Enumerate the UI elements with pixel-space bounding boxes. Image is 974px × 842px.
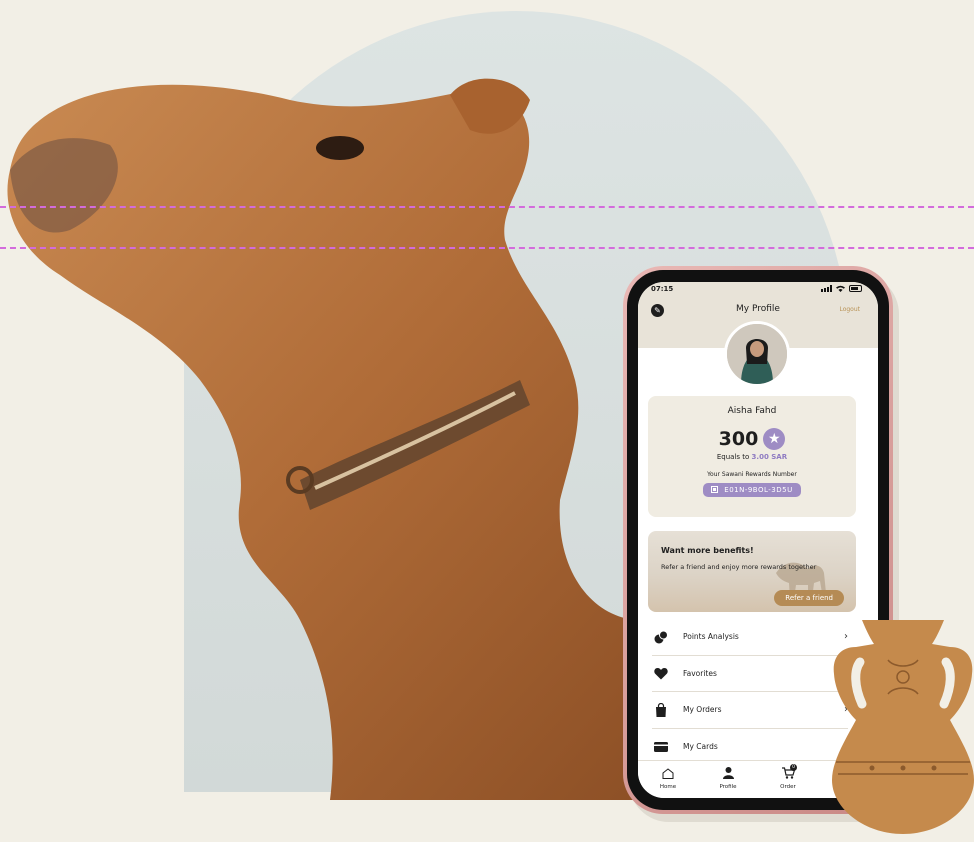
equals-prefix: Equals to <box>716 453 750 461</box>
shopping-bag-icon <box>652 701 670 719</box>
menu-item-label: My Orders <box>683 705 722 715</box>
points-card: Aisha Fahd 300 ★ Equals to 3.00 SAR Your… <box>648 396 856 517</box>
menu-item-points-analysis[interactable]: Points Analysis › <box>652 619 848 656</box>
nav-label: Home <box>659 784 677 790</box>
status-icons <box>821 285 862 292</box>
cart-icon: 0 <box>758 764 818 780</box>
status-time: 07:15 <box>651 285 674 293</box>
camel-illustration <box>7 78 640 800</box>
avatar[interactable] <box>724 321 790 387</box>
points-value: 300 <box>718 428 759 450</box>
star-icon: ★ <box>763 428 786 450</box>
nav-label: Profile <box>719 784 737 790</box>
logout-button[interactable]: Logout <box>839 306 860 313</box>
menu-item-label: My Cards <box>683 742 718 752</box>
menu-item-label: Favorites <box>683 668 717 678</box>
user-icon <box>698 766 758 780</box>
user-name: Aisha Fahd <box>727 406 777 416</box>
points-row: 300 ★ <box>648 428 856 450</box>
battery-icon <box>849 285 862 292</box>
refer-friend-button[interactable]: Refer a friend <box>774 590 844 606</box>
points-equivalent: Equals to 3.00 SAR <box>648 453 856 461</box>
equals-amount: 3.00 SAR <box>751 453 788 461</box>
dashed-guide-line <box>0 206 974 208</box>
menu-item-my-orders[interactable]: My Orders › <box>652 692 848 729</box>
vase-illustration <box>832 620 974 834</box>
menu-item-favorites[interactable]: Favorites › <box>652 656 848 692</box>
nav-item-order[interactable]: 0 Order <box>758 761 818 798</box>
nav-item-profile[interactable]: Profile <box>698 761 758 798</box>
heart-icon <box>652 664 670 682</box>
rewards-number: E01N-9BOL-3D5U <box>724 485 793 494</box>
home-icon <box>638 766 698 780</box>
referral-banner: Want more benefits! Refer a friend and e… <box>648 531 856 612</box>
credit-card-icon <box>652 738 670 756</box>
cart-count-badge: 0 <box>790 764 797 771</box>
nav-label: Order <box>780 784 796 790</box>
wifi-icon <box>836 285 845 292</box>
rewards-number-label: Your Sawani Rewards Number <box>707 471 797 478</box>
banner-text: Refer a friend and enjoy more rewards to… <box>661 563 817 571</box>
coins-icon <box>652 628 670 646</box>
banner-title: Want more benefits! <box>661 546 754 555</box>
profile-menu: Points Analysis › Favorites › My Orders … <box>652 619 848 765</box>
qr-code-icon <box>711 486 719 493</box>
menu-item-label: Points Analysis <box>683 632 739 642</box>
user-photo <box>727 324 787 384</box>
rewards-number-pill[interactable]: E01N-9BOL-3D5U <box>703 482 801 497</box>
nav-item-home[interactable]: Home <box>638 761 698 798</box>
signal-icon <box>821 285 832 292</box>
dashed-guide-line <box>0 247 974 249</box>
